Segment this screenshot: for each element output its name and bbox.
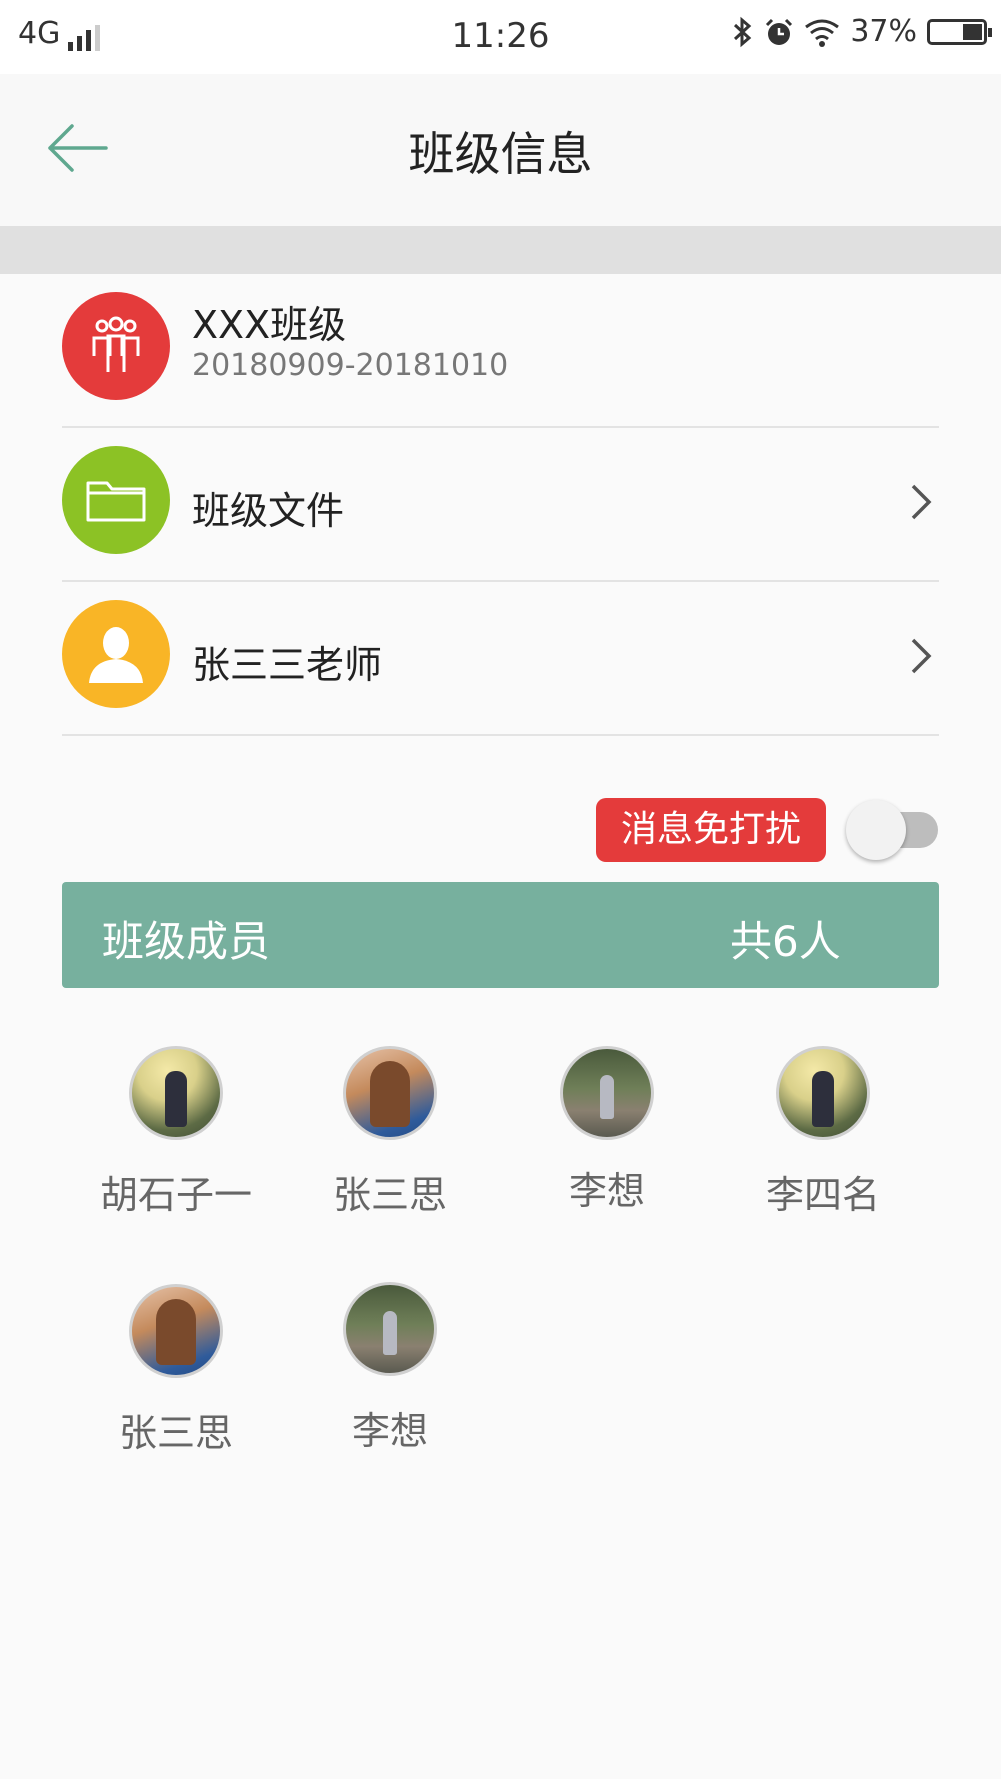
- class-name: XXX班级: [192, 303, 347, 347]
- member-name: 胡石子一: [99, 1173, 252, 1217]
- do-not-disturb-toggle[interactable]: [846, 800, 940, 860]
- class-avatar: [62, 292, 170, 400]
- members-count: 共6人: [730, 917, 841, 966]
- member-name: 李想: [351, 1409, 428, 1453]
- group-icon: [92, 316, 140, 372]
- members-title: 班级成员: [102, 917, 271, 966]
- member-name: 张三思: [118, 1411, 233, 1455]
- person-icon: [89, 627, 143, 683]
- member-avatar: [776, 1046, 870, 1140]
- teacher-row[interactable]: 张三三老师: [62, 582, 939, 736]
- app-header: 班级信息: [0, 74, 1001, 226]
- member-name: 李想: [568, 1169, 645, 1213]
- header-divider: [0, 226, 1001, 274]
- class-info-row: XXX班级 20180909-20181010: [62, 274, 939, 428]
- bluetooth-icon: [734, 16, 752, 47]
- class-files-row[interactable]: 班级文件: [62, 428, 939, 582]
- teacher-avatar: [62, 600, 170, 708]
- member-name: 李四名: [765, 1173, 880, 1217]
- status-bar: 4G 11:26 37%: [0, 0, 1001, 74]
- members-header: 班级成员 共6人: [62, 882, 939, 988]
- member-avatar: [560, 1046, 654, 1140]
- page-title: 班级信息: [408, 127, 593, 181]
- class-date-range: 20180909-20181010: [192, 348, 509, 383]
- member-name: 张三思: [332, 1173, 447, 1217]
- member-avatar: [129, 1046, 223, 1140]
- class-files-label: 班级文件: [192, 489, 345, 533]
- files-avatar: [62, 446, 170, 554]
- member-avatar: [343, 1282, 437, 1376]
- member-item[interactable]: 李想: [290, 1282, 490, 1453]
- wifi-icon: [805, 19, 840, 47]
- folder-icon: [86, 481, 146, 522]
- chevron-right-icon: [911, 638, 932, 674]
- member-item[interactable]: 张三思: [76, 1284, 276, 1455]
- chevron-right-icon: [911, 484, 932, 520]
- toggle-knob: [846, 800, 906, 860]
- member-avatar: [343, 1046, 437, 1140]
- member-item[interactable]: 李四名: [723, 1046, 923, 1217]
- member-item[interactable]: 胡石子一: [76, 1046, 276, 1217]
- battery-percent: 37%: [850, 14, 917, 49]
- do-not-disturb-label: 消息免打扰: [596, 798, 826, 862]
- member-item[interactable]: 张三思: [290, 1046, 490, 1217]
- teacher-label: 张三三老师: [192, 643, 383, 687]
- member-item[interactable]: 李想: [507, 1046, 707, 1216]
- battery-icon: [927, 18, 992, 45]
- alarm-icon: [766, 18, 793, 45]
- status-icons: 37%: [732, 14, 992, 49]
- member-avatar: [129, 1284, 223, 1378]
